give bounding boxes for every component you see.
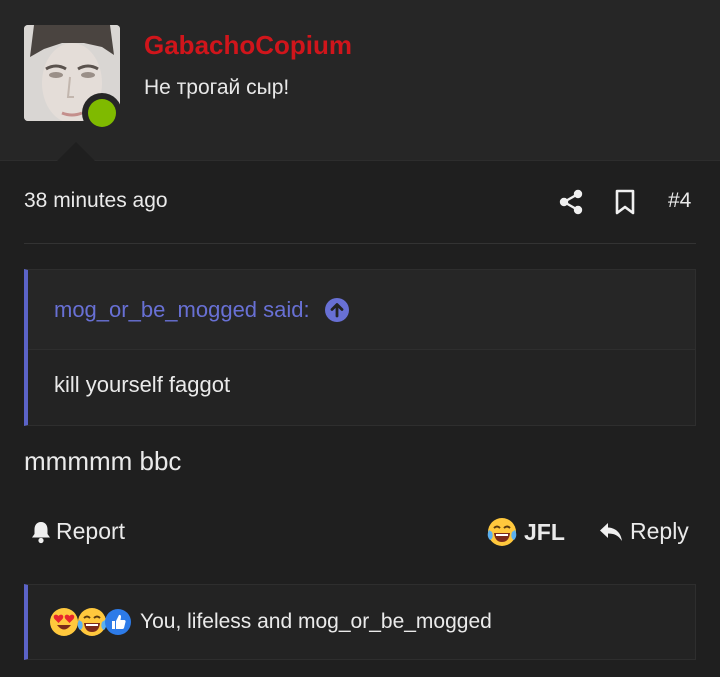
reactions-bar[interactable]: You, lifeless and mog_or_be_mogged <box>24 584 696 660</box>
reaction-users[interactable]: You, lifeless and mog_or_be_mogged <box>140 610 492 634</box>
header-notch <box>56 142 96 162</box>
post-time[interactable]: 38 minutes ago <box>24 189 168 213</box>
user-title: Не трогай сыр! <box>144 76 290 99</box>
bookmark-icon[interactable] <box>612 188 638 216</box>
bell-icon <box>30 520 52 544</box>
jfl-label: JFL <box>524 518 565 545</box>
reaction-icons <box>48 606 131 638</box>
report-button[interactable]: Report <box>30 518 125 545</box>
arrow-up-circle-icon[interactable] <box>324 297 350 323</box>
quote-header[interactable]: mog_or_be_mogged said: <box>28 270 695 350</box>
quote-author[interactable]: mog_or_be_mogged said: <box>54 297 310 323</box>
reply-label: Reply <box>630 518 689 544</box>
quote-text: kill yourself faggot <box>54 372 231 397</box>
post-number[interactable]: #4 <box>668 189 691 213</box>
divider <box>24 243 696 244</box>
laughing-crying-emoji <box>486 516 518 548</box>
post-body: mmmmm bbc <box>24 446 182 476</box>
reply-button[interactable]: Reply <box>598 518 689 545</box>
user-header: GabachoCopium Не трогай сыр! <box>0 0 720 162</box>
online-status-indicator <box>82 93 122 133</box>
jfl-button[interactable]: JFL <box>486 516 565 548</box>
username[interactable]: GabachoCopium <box>144 30 352 61</box>
share-icon[interactable] <box>558 188 584 216</box>
thumbs-up-icon <box>104 608 132 636</box>
reply-arrow-icon <box>598 521 624 543</box>
report-label: Report <box>56 518 126 544</box>
quote-block: mog_or_be_mogged said: kill yourself fag… <box>24 269 696 426</box>
